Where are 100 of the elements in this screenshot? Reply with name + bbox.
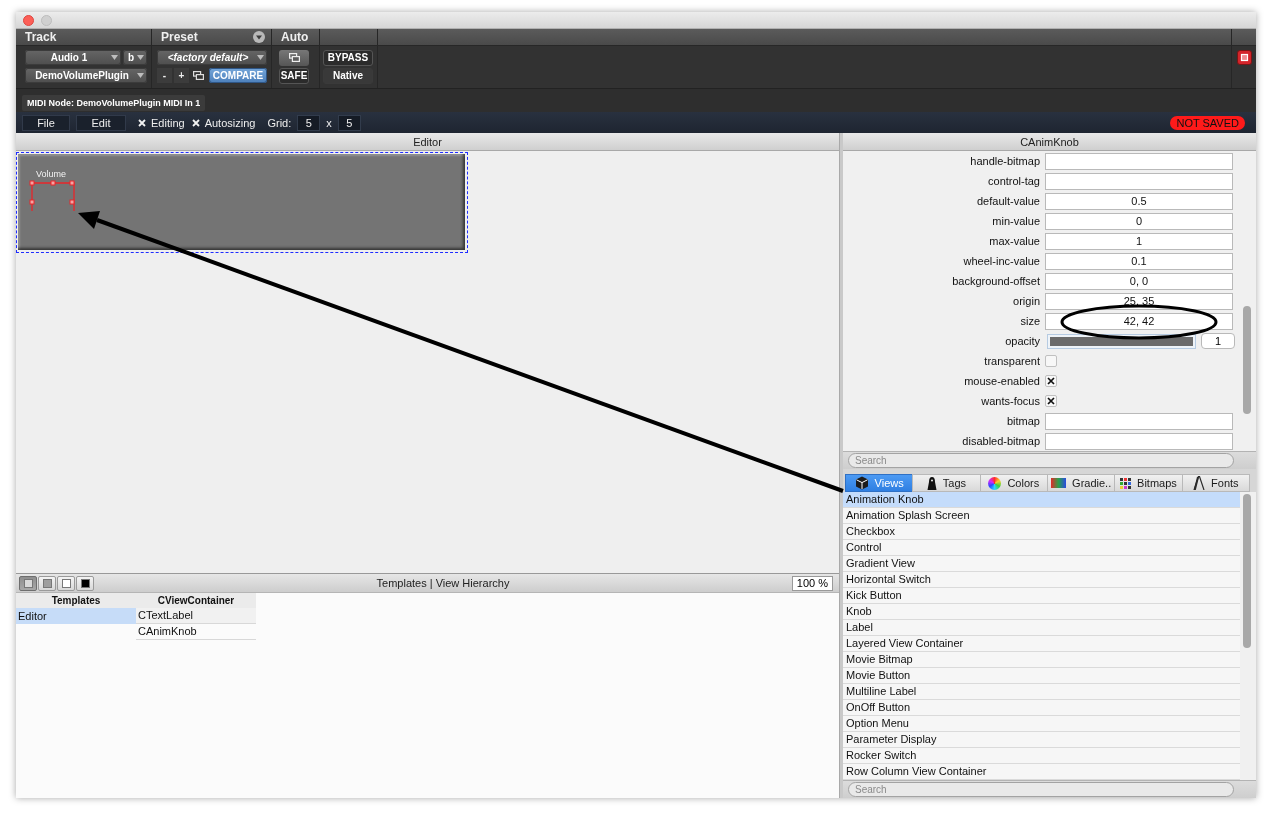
scrollbar-thumb[interactable] [1243,306,1251,414]
list-item[interactable]: OnOff Button [843,700,1240,716]
tag-icon [926,476,937,490]
caret-icon [111,55,118,60]
bypass-button[interactable]: BYPASS [323,49,373,66]
font-icon [1193,476,1206,490]
value-field[interactable] [1045,152,1233,170]
checkbox[interactable] [1045,355,1057,367]
value-field[interactable]: 1 [1201,333,1235,349]
track-dropdown[interactable]: Audio 1 [25,50,121,65]
list-item[interactable]: Movie Bitmap [843,652,1240,668]
plugin-dropdown[interactable]: DemoVolumePlugin [25,68,147,83]
list-item[interactable]: Movie Button [843,668,1240,684]
list-item[interactable]: Animation Splash Screen [843,508,1240,524]
menu-button[interactable]: File [22,114,70,131]
value-field[interactable]: 0, 0 [1045,272,1233,290]
list-item[interactable]: Animation Knob [843,492,1240,508]
property-label: mouse-enabled [963,375,1040,387]
list-item[interactable]: Row Column View Container [843,764,1240,780]
native-button[interactable]: Native [323,67,373,84]
list-item[interactable]: Rocker Switch [843,748,1240,764]
value-field[interactable]: 25, 35 [1045,292,1233,310]
zoom-field[interactable]: 100 % [792,575,833,591]
preset-dropdown[interactable]: <factory default> [157,50,267,65]
column-header: CViewContainer [136,593,256,608]
column-header: Templates [16,593,136,608]
gradient-icon [1051,478,1067,488]
safe-button[interactable]: SAFE [279,67,309,84]
value-field[interactable]: 0 [1045,212,1233,230]
property-label: disabled-bitmap [961,435,1040,447]
property-label: default-value [976,195,1040,207]
column-heading: Track [24,29,57,45]
search-field[interactable]: Search [848,782,1234,797]
library-tab[interactable]: Gradie.. [1047,474,1115,492]
list-item[interactable]: Kick Button [843,588,1240,604]
property-label: bitmap [1005,415,1040,427]
list-item[interactable]: Layered View Container [843,636,1240,652]
value-field[interactable] [1045,412,1233,430]
menu-button[interactable]: Edit [76,114,126,131]
cross-icon [138,118,146,127]
stacked-rectangles-icon [288,53,300,62]
list-item[interactable]: Option Menu [843,716,1240,732]
property-label: handle-bitmap [969,155,1040,167]
close-button[interactable] [23,14,34,26]
toggle-option[interactable]: Autosizing [191,116,256,129]
hierarchy-item[interactable]: CTextLabel [136,608,256,624]
caret-icon [137,73,144,78]
list-item[interactable]: Horizontal Switch [843,572,1240,588]
insert-dropdown[interactable]: b [123,50,147,65]
stacked-rectangles-icon[interactable] [193,71,204,80]
list-item[interactable]: Multiline Label [843,684,1240,700]
property-label: min-value [991,215,1040,227]
property-label: max-value [988,235,1040,247]
decrement-button[interactable]: - [157,68,172,83]
save-status-badge: NOT SAVED [1170,115,1245,130]
increment-button[interactable]: + [174,68,189,83]
grid-y-field[interactable]: 5 [337,114,361,131]
hierarchy-item[interactable]: CAnimKnob [136,624,256,640]
icon-button[interactable] [279,49,309,66]
pane-title: Editor [16,133,839,151]
column-heading: Preset [160,29,198,45]
grid-x-field[interactable]: 5 [297,114,321,131]
list-item[interactable]: Label [843,620,1240,636]
scrollbar-thumb[interactable] [1243,494,1251,648]
view-bar-title: Templates | View Hierarchy [375,577,511,589]
property-label: wheel-inc-value [962,255,1040,267]
library-tab[interactable]: Bitmaps [1114,474,1182,492]
library-tab[interactable]: Tags [912,474,980,492]
volume-label[interactable]: Volume [36,169,67,179]
grid-label: Grid: [267,116,292,129]
value-field[interactable] [1045,432,1233,450]
hierarchy-item[interactable]: Editor [16,608,136,624]
list-item[interactable]: Parameter Display [843,732,1240,748]
cross-icon [1047,377,1055,385]
value-field[interactable]: 1 [1045,232,1233,250]
cross-icon [1047,397,1055,405]
cross-icon [191,118,200,127]
library-tab[interactable]: Colors [979,474,1047,492]
library-tab[interactable]: Fonts [1181,474,1250,492]
nested-squares-icon[interactable] [1236,50,1252,65]
value-field[interactable]: 0.5 [1045,192,1233,210]
grid-icon [1120,477,1132,489]
value-field[interactable]: 0.1 [1045,252,1233,270]
list-item[interactable]: Gradient View [843,556,1240,572]
value-field[interactable] [1045,172,1233,190]
list-item[interactable]: Checkbox [843,524,1240,540]
pane-title: CAnimKnob [843,133,1256,151]
checkbox[interactable] [1045,395,1057,407]
list-item[interactable]: Knob [843,604,1240,620]
column-heading: Auto [280,29,309,45]
property-label: opacity [1004,335,1040,347]
property-label: control-tag [987,175,1040,187]
list-item[interactable]: Control [843,540,1240,556]
checkbox[interactable] [1045,375,1057,387]
value-field[interactable]: 42, 42 [1045,312,1233,330]
toggle-option[interactable]: Editing [138,116,185,129]
search-field[interactable]: Search [848,453,1234,468]
cube-icon [854,476,869,490]
property-label: origin [1012,295,1040,307]
caret-circle-icon[interactable] [253,31,265,43]
